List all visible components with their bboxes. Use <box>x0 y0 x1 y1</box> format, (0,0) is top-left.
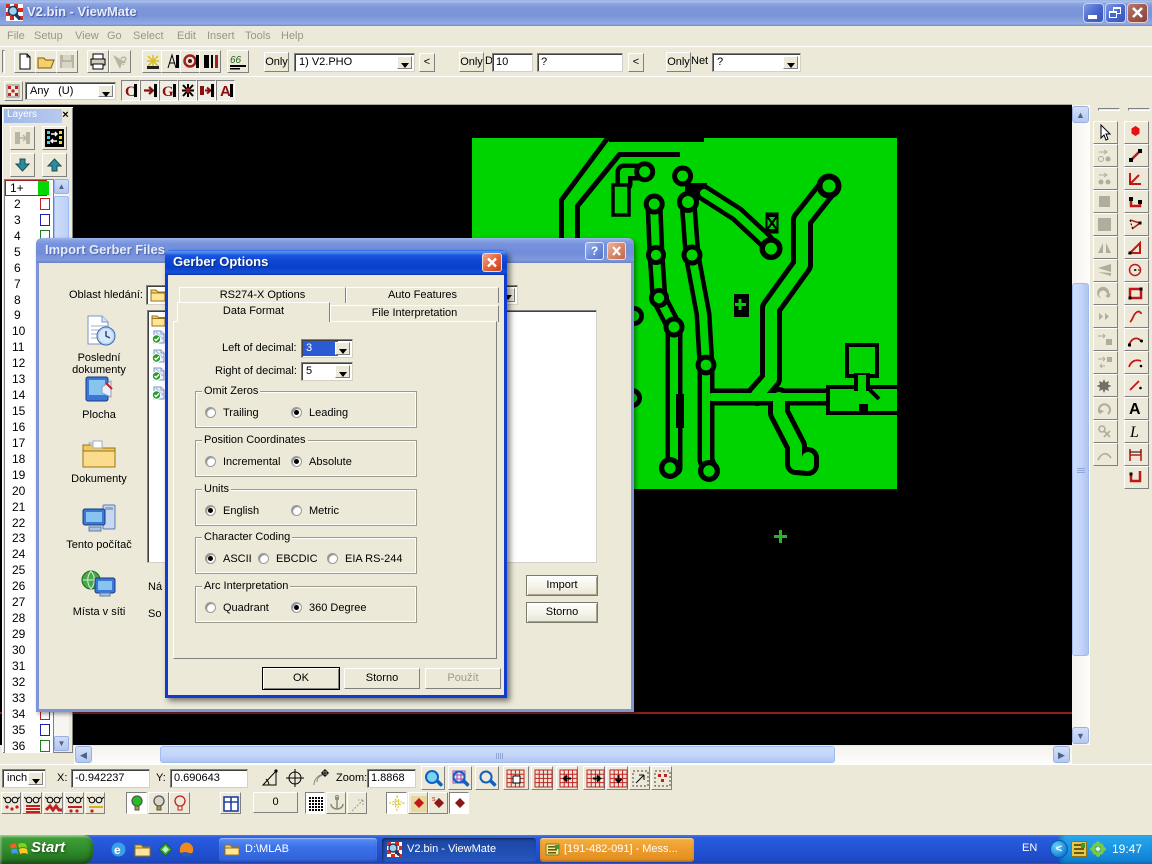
svg-text:L: L <box>1129 424 1139 441</box>
svg-text:e: e <box>114 843 121 857</box>
svg-text:A: A <box>220 83 231 100</box>
svg-text:?: ? <box>120 54 127 68</box>
svg-text:A: A <box>1129 401 1141 418</box>
svg-text:G: G <box>162 84 174 100</box>
svg-text:s: s <box>432 796 436 803</box>
svg-text:66: 66 <box>230 55 242 66</box>
